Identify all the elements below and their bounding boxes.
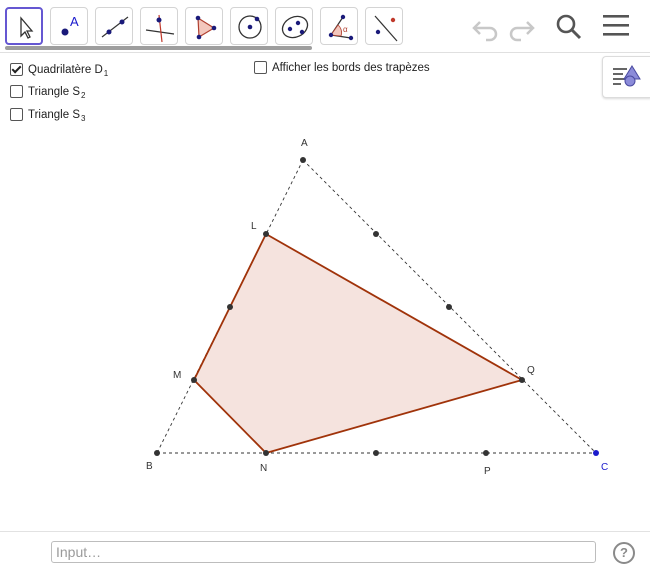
construction-canvas[interactable]: A B C L M N P Q [0,53,650,531]
undo-icon [472,21,498,42]
unlabeled-point-bc[interactable] [373,450,379,456]
point-m[interactable] [191,377,197,383]
unlabeled-point-ac-1[interactable] [373,231,379,237]
angle-icon: α [328,14,354,41]
point-n[interactable] [263,450,269,456]
point-tool-button[interactable]: A [50,7,88,45]
svg-text:α: α [343,25,348,34]
circle-tool-button[interactable] [230,7,268,45]
algebra-input-panel: ? [0,531,650,576]
label-p: P [484,466,491,477]
perpendicular-line-tool-button[interactable] [140,7,178,45]
svg-text:A: A [70,14,79,29]
unlabeled-point-ab[interactable] [227,304,233,310]
toolbar-scroll-indicator [5,46,312,50]
point-q[interactable] [519,377,525,383]
redo-icon [509,21,535,42]
point-l[interactable] [263,231,269,237]
ellipse-tool-button[interactable] [275,7,313,45]
reflect-tool-button[interactable] [365,7,403,45]
angle-tool-button[interactable]: α [320,7,358,45]
perpendicular-line-icon [145,14,175,43]
checkbox-label: Afficher les bords des trapèzes [272,61,430,74]
checkbox-box[interactable] [10,63,23,76]
label-l: L [251,221,257,232]
style-bar-toggle-icon [613,65,641,87]
point-c[interactable] [593,450,599,456]
point-icon: A [61,14,79,36]
checkbox-box[interactable] [254,61,267,74]
style-bar-toggle-button[interactable] [602,56,650,98]
unlabeled-point-ac-2[interactable] [446,304,452,310]
point-a[interactable] [300,157,306,163]
line-through-two-points-icon [101,16,129,38]
point-b[interactable] [154,450,160,456]
undo-button[interactable] [468,10,502,44]
label-n: N [260,463,267,474]
checkbox-box[interactable] [10,108,23,121]
checkbox-triangle-s2[interactable]: Triangle S2 [10,85,86,100]
checkbox-quadrilatere-d1[interactable]: Quadrilatère D1 [10,63,109,78]
checkbox-box[interactable] [10,85,23,98]
reflect-about-line-icon [374,15,398,42]
checkbox-afficher-bords-trapezes[interactable]: Afficher les bords des trapèzes [254,61,430,74]
main-menu-button[interactable] [600,10,634,44]
checkbox-label-subscript: 3 [81,114,86,123]
arrow-pointer-icon [20,16,34,39]
move-tool-button[interactable] [5,7,43,45]
checkbox-label-subscript: 2 [81,91,86,100]
conic-through-points-icon [281,15,309,39]
algebra-input-field[interactable] [51,541,596,563]
polygon-icon [195,15,217,40]
search-icon [556,14,582,40]
graphics-view[interactable]: A B C L M N P Q Quadrilatère D1 Triangle… [0,53,650,531]
quadrilateral-d1[interactable] [193,233,523,454]
label-q: Q [527,365,535,376]
help-icon[interactable]: ? [613,542,635,564]
label-a: A [301,138,308,149]
point-p[interactable] [483,450,489,456]
circle-center-point-icon [238,15,262,39]
label-c: C [601,462,608,473]
hamburger-menu-icon [603,15,629,36]
checkbox-label: Quadrilatère D [28,63,103,76]
label-b: B [146,461,153,472]
line-tool-button[interactable] [95,7,133,45]
polygon-tool-button[interactable] [185,7,223,45]
checkbox-label-subscript: 1 [103,69,109,78]
search-button[interactable] [552,10,586,44]
checkbox-label: Triangle S [28,108,80,121]
checkbox-label: Triangle S [28,85,80,98]
label-m: M [173,370,181,381]
toolbar: A α [0,0,650,52]
redo-button[interactable] [505,10,539,44]
checkbox-triangle-s3[interactable]: Triangle S3 [10,108,86,123]
